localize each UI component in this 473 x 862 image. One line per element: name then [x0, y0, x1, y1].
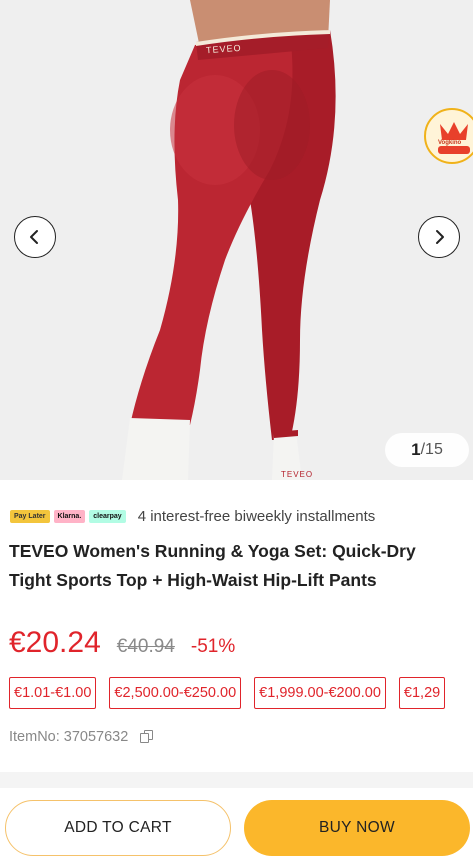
coupon-list[interactable]: €1.01-€1.00 €2,500.00-€250.00 €1,999.00-€2…: [9, 677, 473, 711]
add-to-cart-button[interactable]: ADD TO CART: [5, 800, 231, 856]
clearpay-badge: clearpay: [89, 509, 126, 523]
original-price: €40.94: [116, 636, 175, 657]
payment-options[interactable]: Pay Later Klarna. clearpay 4 interest-fr…: [10, 505, 375, 527]
coupon-chip[interactable]: €2,500.00-€250.00: [109, 677, 242, 709]
image-counter-total: /15: [420, 441, 443, 458]
paylater-badge: Pay Later: [10, 509, 50, 523]
item-number: ItemNo: 37057632: [9, 729, 129, 745]
product-image-gallery[interactable]: TEVEO TEVEO Vogkino 1 /15: [0, 0, 473, 480]
sock-brand-text: TEVEO: [281, 470, 314, 479]
promo-badge[interactable]: Vogkino: [424, 108, 473, 164]
promo-crown-icon: [438, 122, 470, 154]
klarna-badge: Klarna.: [53, 509, 86, 523]
chevron-left-icon: [30, 230, 38, 244]
price-row: €20.24 €40.94 -51%: [9, 626, 235, 660]
discount-percent: -51%: [190, 636, 236, 657]
image-counter: 1 /15: [385, 433, 469, 467]
copy-icon[interactable]: [140, 730, 154, 744]
item-number-row: ItemNo: 37057632: [9, 729, 154, 745]
chevron-right-icon: [436, 230, 444, 244]
bottom-action-bar: ADD TO CART BUY NOW: [0, 788, 473, 862]
image-counter-current: 1: [411, 440, 421, 459]
installments-text: 4 interest-free biweekly installments: [137, 507, 376, 525]
next-image-button[interactable]: [418, 216, 460, 258]
coupon-chip[interactable]: €1,29: [398, 677, 446, 709]
coupon-chip[interactable]: €1,999.00-€200.00: [254, 677, 386, 709]
section-divider: [0, 772, 473, 788]
product-title: TEVEO Women's Running & Yoga Set: Quick-…: [9, 541, 416, 590]
product-photo: [0, 0, 473, 480]
current-price: €20.24: [9, 626, 101, 659]
coupon-chip[interactable]: €1.01-€1.00: [9, 677, 97, 709]
buy-now-button[interactable]: BUY NOW: [244, 800, 470, 856]
previous-image-button[interactable]: [14, 216, 56, 258]
promo-badge-text: Vogkino: [438, 140, 462, 146]
